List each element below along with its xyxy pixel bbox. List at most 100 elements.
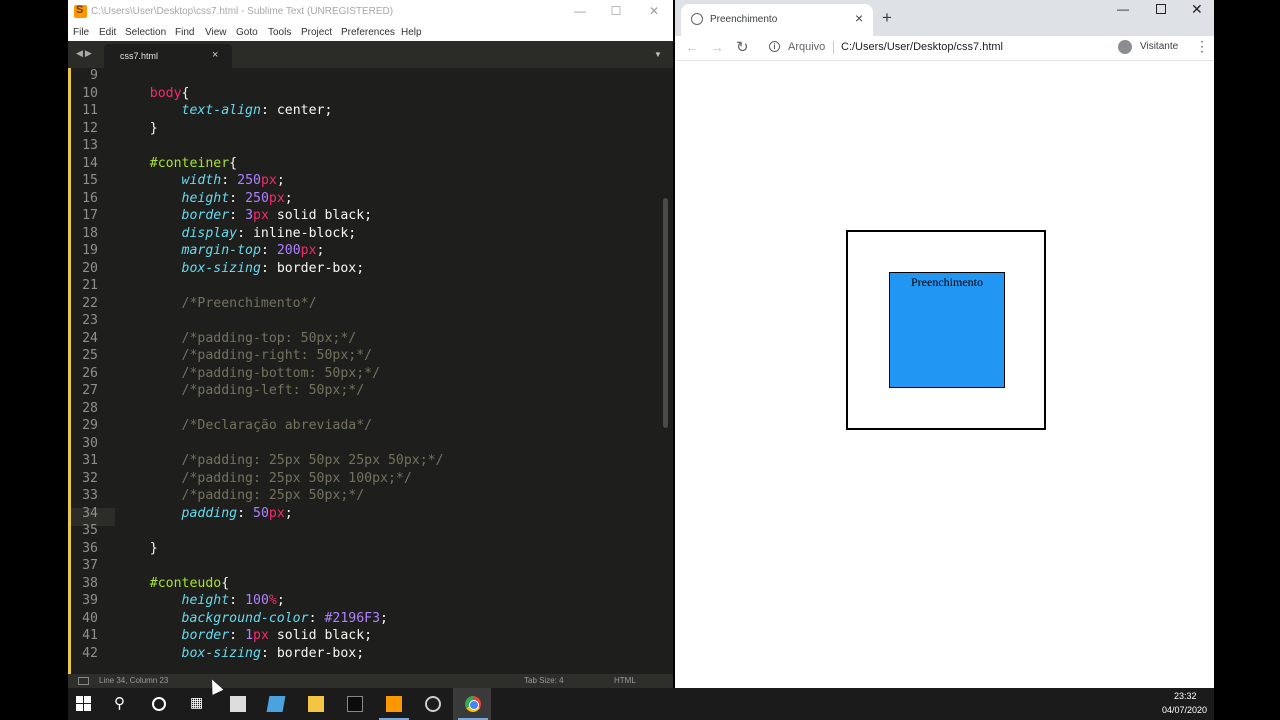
maximize-button[interactable]: ☐ (606, 3, 626, 19)
panel-toggle-icon[interactable] (78, 677, 89, 685)
profile-avatar-icon[interactable] (1118, 40, 1132, 54)
calculator-icon[interactable] (230, 696, 246, 712)
conteiner-box: Preenchimento (846, 230, 1046, 430)
back-arrow-icon[interactable]: ← (685, 39, 699, 55)
code-token: /*padding: 25px 50px 100px;*/ (181, 470, 412, 486)
address-scheme-label[interactable]: Arquivo (788, 41, 825, 53)
code-token: /*padding: 25px 50px 25px 50px;*/ (181, 453, 444, 468)
forward-arrow-icon[interactable]: → (710, 39, 724, 55)
tab-dropdown-icon[interactable]: ▼ (654, 50, 662, 59)
code-text: /*Preenchimento*/ (118, 295, 317, 313)
code-line[interactable]: 26 /*padding-bottom: 50px;*/ (68, 365, 658, 383)
code-line[interactable]: 12 } (68, 120, 658, 138)
code-line[interactable]: 25 /*padding-right: 50px;*/ (68, 347, 658, 365)
file-explorer-icon[interactable] (308, 696, 324, 712)
code-line[interactable]: 9 (68, 68, 658, 85)
profile-name[interactable]: Visitante (1140, 41, 1178, 52)
clock-date[interactable]: 04/07/2020 (1162, 705, 1207, 715)
cortana-icon[interactable] (152, 697, 166, 711)
tab-css7-html[interactable]: css7.html × (104, 44, 232, 68)
code-line[interactable]: 19 margin-top: 200px; (68, 242, 658, 260)
browser-minimize-button[interactable]: — (1117, 2, 1129, 16)
code-line[interactable]: 34 padding: 50px; (68, 505, 658, 523)
task-view-icon[interactable]: ▦ (190, 694, 206, 710)
line-number: 19 (82, 243, 98, 258)
editor-scrollbar[interactable] (663, 198, 668, 428)
menu-help[interactable]: Help (401, 27, 422, 38)
new-tab-button[interactable]: + (882, 8, 892, 28)
code-token: 250 (245, 190, 269, 206)
code-line[interactable]: 29 /*Declaração abreviada*/ (68, 417, 658, 435)
menu-preferences[interactable]: Preferences (341, 27, 395, 38)
code-line[interactable]: 15 width: 250px; (68, 172, 658, 190)
menu-edit[interactable]: Edit (99, 27, 116, 38)
code-line[interactable]: 18 display: inline-block; (68, 225, 658, 243)
search-icon[interactable]: ⚲ (114, 694, 130, 712)
code-line[interactable]: 38 #conteudo{ (68, 575, 658, 593)
tab-close-icon[interactable]: × (212, 49, 218, 61)
code-line[interactable]: 11 text-align: center; (68, 102, 658, 120)
minimize-button[interactable]: — (570, 3, 590, 19)
menu-find[interactable]: Find (175, 27, 194, 38)
terminal-icon[interactable] (347, 696, 363, 712)
kebab-menu-icon[interactable]: ⋮ (1195, 38, 1209, 55)
code-line[interactable]: 23 (68, 312, 658, 330)
code-line[interactable]: 24 /*padding-top: 50px;*/ (68, 330, 658, 348)
info-icon[interactable]: i (769, 41, 780, 52)
code-line[interactable]: 41 border: 1px solid black; (68, 627, 658, 645)
address-bar[interactable]: C:/Users/User/Desktop/css7.html (841, 41, 1003, 53)
code-line[interactable]: 21 (68, 277, 658, 295)
code-line[interactable]: 13 (68, 137, 658, 155)
code-line[interactable]: 27 /*padding-left: 50px;*/ (68, 382, 658, 400)
code-line[interactable]: 42 box-sizing: border-box; (68, 645, 658, 663)
line-number: 11 (82, 103, 98, 118)
menu-selection[interactable]: Selection (125, 27, 166, 38)
menu-file[interactable]: File (73, 27, 89, 38)
code-line[interactable]: 17 border: 3px solid black; (68, 207, 658, 225)
menu-view[interactable]: View (205, 27, 227, 38)
sublime-titlebar[interactable]: C:\Users\User\Desktop\css7.html - Sublim… (68, 0, 673, 24)
code-line[interactable]: 33 /*padding: 25px 50px;*/ (68, 487, 658, 505)
code-line[interactable]: 32 /*padding: 25px 50px 100px;*/ (68, 470, 658, 488)
code-line[interactable]: 37 (68, 557, 658, 575)
line-number: 17 (82, 208, 98, 223)
address-separator (833, 41, 834, 54)
code-line[interactable]: 10 body{ (68, 85, 658, 103)
tab-nav-arrows-icon[interactable]: ◀▶ (76, 48, 94, 59)
windows-start-icon[interactable] (76, 696, 92, 712)
menu-project[interactable]: Project (301, 27, 332, 38)
code-token: 50 (253, 505, 269, 521)
line-number: 9 (90, 68, 98, 83)
tab-size-indicator[interactable]: Tab Size: 4 (524, 676, 564, 685)
reload-icon[interactable]: ↻ (736, 38, 749, 56)
browser-tab-preenchimento[interactable]: Preenchimento × (681, 4, 873, 36)
browser-close-button[interactable]: ✕ (1191, 1, 1203, 18)
code-line[interactable]: 31 /*padding: 25px 50px 25px 50px;*/ (68, 452, 658, 470)
code-line[interactable]: 39 height: 100%; (68, 592, 658, 610)
code-line[interactable]: 22 /*Preenchimento*/ (68, 295, 658, 313)
code-line[interactable]: 36 } (68, 540, 658, 558)
code-line[interactable]: 35 (68, 522, 658, 540)
code-text: } (118, 120, 158, 138)
app-icon[interactable] (266, 696, 286, 712)
close-button[interactable]: ✕ (644, 3, 664, 19)
code-line[interactable]: 14 #conteiner{ (68, 155, 658, 173)
menu-goto[interactable]: Goto (236, 27, 258, 38)
code-line[interactable]: 20 box-sizing: border-box; (68, 260, 658, 278)
menu-tools[interactable]: Tools (268, 27, 291, 38)
syntax-indicator[interactable]: HTML (614, 676, 636, 685)
line-number: 37 (82, 558, 98, 573)
code-line[interactable]: 30 (68, 435, 658, 453)
code-line[interactable]: 40 background-color: #2196F3; (68, 610, 658, 628)
code-line[interactable]: 28 (68, 400, 658, 418)
sublime-taskbar-icon[interactable] (386, 696, 402, 712)
browser-maximize-button[interactable] (1156, 4, 1166, 14)
clock-time[interactable]: 23:32 (1174, 691, 1197, 701)
chrome-taskbar-icon[interactable] (465, 696, 481, 712)
code-token: margin-top (181, 243, 261, 258)
code-line[interactable]: 16 height: 250px; (68, 190, 658, 208)
browser-tab-close-icon[interactable]: × (855, 10, 863, 26)
code-editor[interactable]: 9 10 body{11 text-align: center; 12 } 13 14 … (68, 68, 673, 674)
code-token: : (221, 173, 238, 188)
obs-icon[interactable] (425, 696, 441, 712)
